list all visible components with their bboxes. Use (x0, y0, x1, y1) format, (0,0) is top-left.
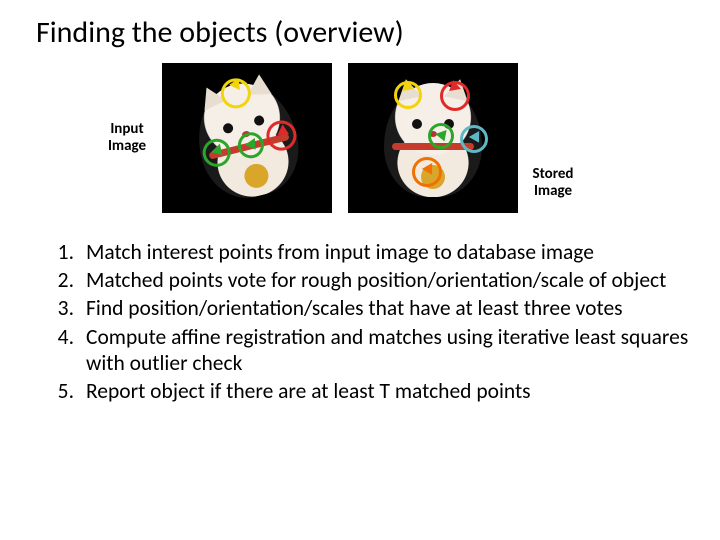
list-item: Report object if there are at least T ma… (74, 378, 692, 404)
list-item: Match interest points from input image t… (74, 239, 692, 265)
feature-point-icon (440, 81, 470, 111)
input-image-label: Input Image (98, 121, 156, 156)
list-item: Find position/orientation/scales that ha… (74, 295, 692, 321)
stored-image-label: Stored Image (524, 166, 582, 201)
feature-point-icon (412, 157, 442, 187)
stored-image (348, 63, 518, 213)
input-image-block: Input Image (98, 63, 332, 213)
feature-point-icon (428, 123, 454, 149)
list-item: Compute affine registration and matches … (74, 324, 692, 376)
feature-point-icon (460, 125, 488, 153)
list-item: Matched points vote for rough position/o… (74, 267, 692, 293)
feature-point-icon (394, 81, 422, 109)
algorithm-steps-list: Match interest points from input image t… (28, 239, 692, 404)
input-image (162, 63, 332, 213)
page-title: Finding the objects (overview) (36, 14, 692, 51)
stored-image-block: Stored Image (348, 63, 582, 213)
image-comparison-row: Input Image Stored Image (98, 63, 692, 213)
